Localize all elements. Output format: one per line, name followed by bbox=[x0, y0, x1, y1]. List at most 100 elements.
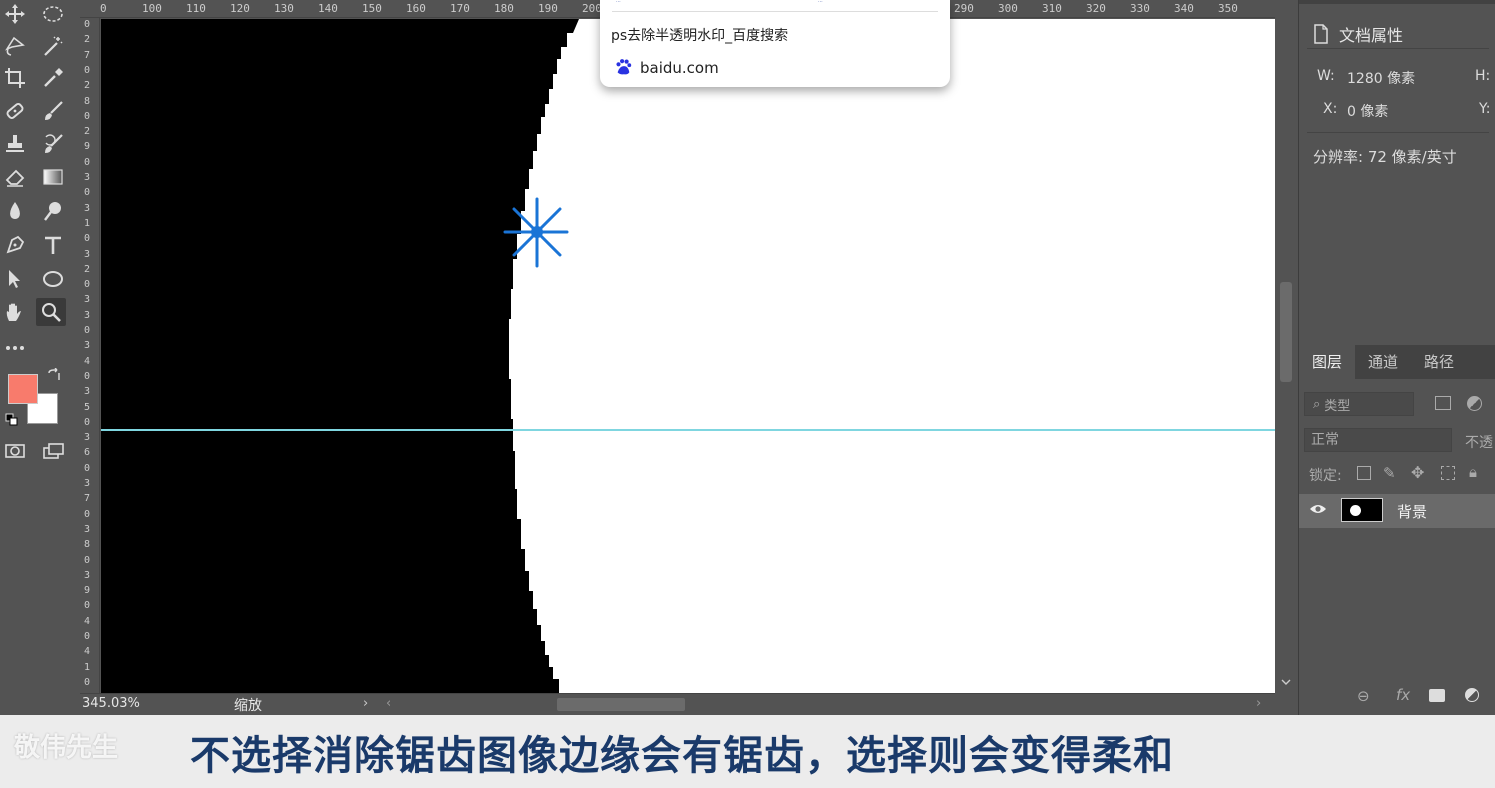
dodge-tool-icon[interactable] bbox=[38, 197, 68, 225]
lock-all-icon[interactable]: 🔒︎ bbox=[1469, 463, 1477, 481]
layer-name[interactable]: 背景 bbox=[1397, 501, 1427, 522]
document-canvas[interactable] bbox=[101, 19, 1275, 693]
ruler-digit: 0 bbox=[84, 233, 91, 245]
eyedropper-tool-icon[interactable] bbox=[38, 64, 68, 92]
photoshop-window: 0 100 110 120 130 140 150 160 170 180 19… bbox=[0, 0, 1495, 788]
x-value[interactable]: 0 像素 bbox=[1347, 101, 1388, 121]
ruler-label: 350 bbox=[1218, 2, 1238, 15]
tools-panel bbox=[0, 0, 80, 715]
lasso-tool-icon[interactable] bbox=[0, 32, 30, 60]
default-colors-icon[interactable] bbox=[5, 412, 19, 426]
height-label: H: bbox=[1475, 68, 1491, 84]
ruler-digit: 2 bbox=[84, 80, 91, 92]
blend-mode-dropdown[interactable]: 正常 bbox=[1304, 428, 1452, 452]
ruler-digit: 7 bbox=[84, 49, 91, 61]
ruler-digit: 0 bbox=[84, 676, 91, 688]
history-brush-tool-icon[interactable] bbox=[38, 130, 68, 158]
horizontal-scrollbar-thumb[interactable] bbox=[557, 698, 685, 711]
lock-pixels-icon[interactable] bbox=[1357, 466, 1371, 480]
add-mask-icon[interactable] bbox=[1429, 689, 1445, 702]
fx-icon[interactable]: fx bbox=[1396, 686, 1410, 704]
lock-artboard-icon[interactable] bbox=[1441, 466, 1455, 480]
screen-mode-icon[interactable] bbox=[38, 437, 68, 465]
pen-tool-icon[interactable] bbox=[0, 231, 30, 259]
right-panels: 文档属性 W: 1280 像素 H: X: 0 像素 Y: 分辨率: 72 像素… bbox=[1298, 0, 1495, 715]
magic-wand-tool-icon[interactable] bbox=[38, 32, 68, 60]
layer-thumbnail bbox=[1341, 498, 1383, 522]
vertical-scrollbar-thumb[interactable] bbox=[1280, 282, 1292, 382]
ruler-digit: 8 bbox=[84, 95, 91, 107]
popup-title[interactable]: ps去除半透明水印_百度搜索 bbox=[611, 25, 788, 45]
ruler-label: 140 bbox=[318, 2, 338, 15]
popup-preview-strip: ... ... bbox=[612, 0, 938, 12]
ruler-digit: 1 bbox=[84, 661, 91, 673]
clone-stamp-tool-icon[interactable] bbox=[0, 130, 30, 158]
image-filter-icon[interactable] bbox=[1435, 396, 1451, 410]
ruler-digit: 0 bbox=[84, 600, 91, 612]
move-tool-icon[interactable] bbox=[0, 0, 30, 28]
properties-title: 文档属性 bbox=[1339, 26, 1404, 45]
ruler-digit: 4 bbox=[84, 646, 91, 658]
layers-panel-tabs: 图层 通道 路径 bbox=[1299, 345, 1495, 379]
ellipse-marquee-tool-icon[interactable] bbox=[38, 0, 68, 28]
hand-tool-icon[interactable] bbox=[0, 298, 30, 326]
ruler-label: 110 bbox=[186, 2, 206, 15]
tab-channels[interactable]: 通道 bbox=[1355, 345, 1411, 379]
more-tools-icon[interactable] bbox=[0, 334, 30, 362]
gradient-tool-icon[interactable] bbox=[38, 163, 68, 191]
ruler-digit: 4 bbox=[84, 355, 91, 367]
channel-watermark: 敬伟先生 bbox=[14, 733, 119, 763]
ruler-label: 330 bbox=[1130, 2, 1150, 15]
ruler-digit: 4 bbox=[84, 615, 91, 627]
ruler-digit: 0 bbox=[84, 462, 91, 474]
ruler-label: 0 bbox=[100, 2, 107, 15]
crop-tool-icon[interactable] bbox=[0, 64, 30, 92]
preview-snippet-right: ... bbox=[818, 0, 823, 4]
lock-label: 锁定: bbox=[1309, 468, 1342, 484]
visibility-eye-icon[interactable] bbox=[1309, 503, 1327, 519]
ruler-digit: 7 bbox=[84, 493, 91, 505]
lock-brush-icon[interactable]: ✎ bbox=[1383, 464, 1396, 482]
layer-filter-label: 类型 bbox=[1324, 398, 1351, 414]
tab-layers[interactable]: 图层 bbox=[1299, 345, 1356, 379]
ruler-digit: 0 bbox=[84, 508, 91, 520]
vertical-scrollbar[interactable] bbox=[1275, 0, 1297, 693]
y-label: Y: bbox=[1479, 101, 1491, 117]
ruler-digit: 3 bbox=[84, 340, 91, 352]
new-adjustment-icon[interactable] bbox=[1465, 688, 1479, 702]
healing-brush-tool-icon[interactable] bbox=[0, 97, 30, 125]
horizontal-guide[interactable] bbox=[101, 429, 1275, 431]
search-result-popup[interactable]: ... ... ps去除半透明水印_百度搜索 baidu.com bbox=[600, 0, 950, 87]
blur-tool-icon[interactable] bbox=[0, 197, 30, 225]
ruler-digit: 1 bbox=[84, 217, 91, 229]
type-tool-icon[interactable] bbox=[38, 231, 68, 259]
ruler-digit: 2 bbox=[84, 263, 91, 275]
foreground-color-swatch[interactable] bbox=[8, 374, 38, 404]
ruler-digit: 0 bbox=[84, 110, 91, 122]
path-selection-tool-icon[interactable] bbox=[0, 265, 30, 293]
eraser-tool-icon[interactable] bbox=[0, 163, 30, 191]
brush-tool-icon[interactable] bbox=[38, 97, 68, 125]
popup-domain[interactable]: baidu.com bbox=[640, 59, 719, 77]
width-value[interactable]: 1280 像素 bbox=[1347, 68, 1415, 88]
layer-filter-dropdown[interactable]: ⌕ 类型 bbox=[1304, 392, 1414, 416]
adjustment-filter-icon[interactable] bbox=[1467, 396, 1482, 411]
ruler-label: 300 bbox=[998, 2, 1018, 15]
ruler-digit: 8 bbox=[84, 539, 91, 551]
ruler-label: 120 bbox=[230, 2, 250, 15]
tab-paths[interactable]: 路径 bbox=[1411, 345, 1467, 379]
scroll-right-icon[interactable]: › bbox=[1256, 696, 1261, 711]
status-menu-chevron-icon[interactable]: › bbox=[363, 696, 368, 711]
quick-mask-icon[interactable] bbox=[0, 437, 30, 465]
lock-position-icon[interactable]: ✥ bbox=[1411, 463, 1424, 482]
zoom-tool-icon[interactable] bbox=[36, 298, 66, 326]
ruler-label: 310 bbox=[1042, 2, 1062, 15]
link-layers-icon[interactable]: ⊖ bbox=[1357, 687, 1370, 705]
zoom-level[interactable]: 345.03% bbox=[82, 696, 140, 711]
ruler-label: 190 bbox=[538, 2, 558, 15]
ellipse-shape-tool-icon[interactable] bbox=[38, 265, 68, 293]
layer-row[interactable]: 背景 bbox=[1299, 494, 1495, 528]
scroll-down-icon[interactable] bbox=[1281, 672, 1291, 685]
swap-colors-icon[interactable] bbox=[46, 367, 62, 384]
scroll-left-icon[interactable]: ‹ bbox=[386, 696, 391, 711]
